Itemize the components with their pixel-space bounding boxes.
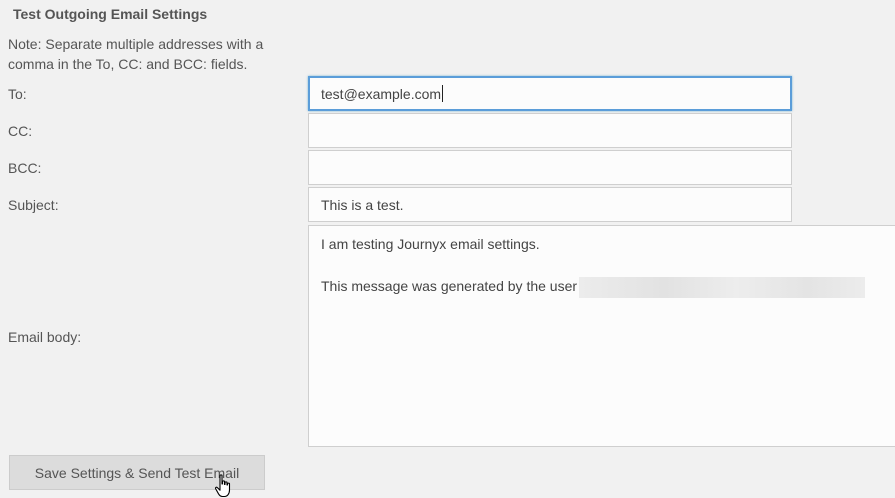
address-note: Note: Separate multiple addresses with a… [8,36,264,72]
to-field[interactable]: test@example.com [308,76,792,111]
email-body-line-1: I am testing Journyx email settings. [321,236,540,252]
section-title: Test Outgoing Email Settings [13,6,208,22]
hand-pointer-icon [214,474,231,498]
email-body-line-2: This message was generated by the user [321,278,578,294]
to-field-value: test@example.com [321,85,442,102]
email-body-label: Email body: [8,329,82,345]
cc-field[interactable] [308,113,792,148]
subject-field-value: This is a test. [321,196,404,213]
email-body-textarea[interactable]: I am testing Journyx email settings. Thi… [308,225,895,447]
text-caret [442,85,444,102]
test-email-settings-panel: Test Outgoing Email Settings Note: Separ… [0,0,895,498]
bcc-label: BCC: [8,160,42,176]
subject-field[interactable]: This is a test. [308,187,792,222]
subject-label: Subject: [8,197,59,213]
bcc-field[interactable] [308,150,792,185]
to-label: To: [8,86,27,102]
cc-label: CC: [8,123,33,139]
redacted-username [579,276,866,298]
